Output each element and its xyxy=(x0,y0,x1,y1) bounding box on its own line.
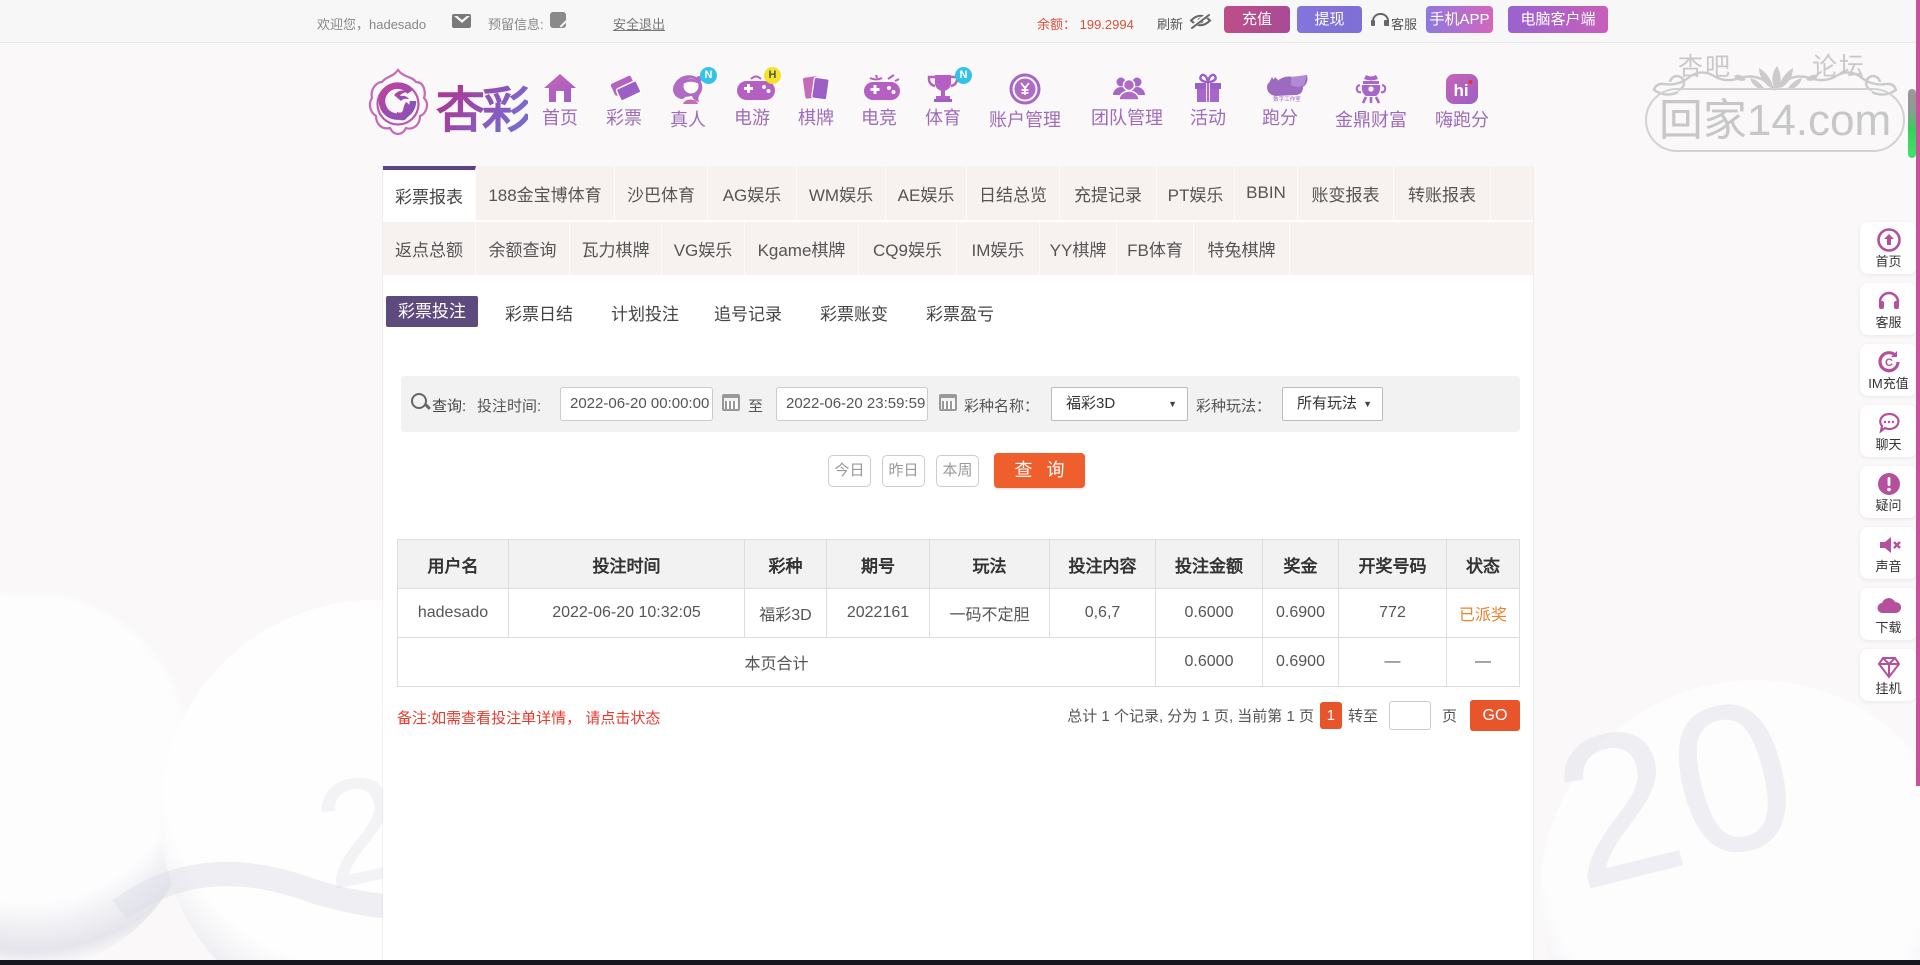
svg-text:C: C xyxy=(1885,357,1893,369)
svg-text:数字工作室: 数字工作室 xyxy=(1273,95,1301,103)
svg-text:20: 20 xyxy=(1540,650,1817,935)
svg-text:hi: hi xyxy=(1453,81,1468,100)
